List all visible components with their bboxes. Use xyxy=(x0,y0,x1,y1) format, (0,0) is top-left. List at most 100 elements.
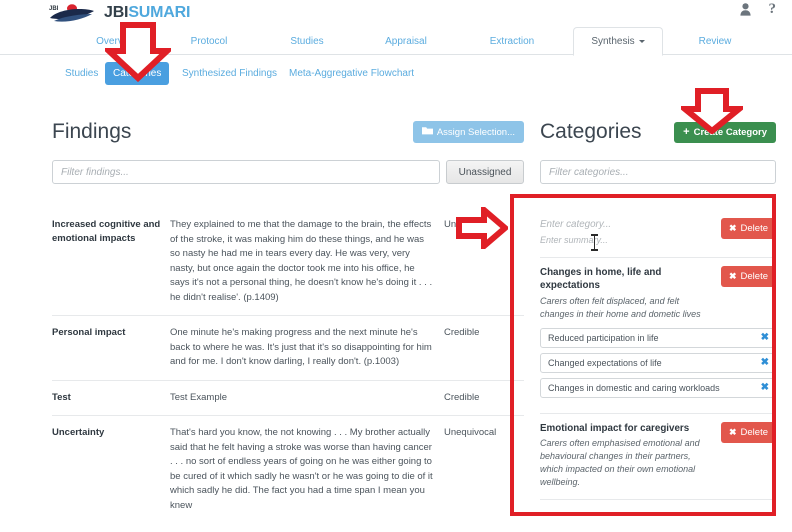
subnav-item-meta-aggregative-flowchart-label: Meta-Aggregative Flowchart xyxy=(289,68,415,79)
finding-name: Test xyxy=(52,391,71,403)
text-cursor-ibeam xyxy=(591,234,598,251)
category-title[interactable]: Emotional impact for caregivers xyxy=(540,422,715,436)
findings-filter-input[interactable] xyxy=(52,160,440,184)
assigned-finding-label: Reduced participation in life xyxy=(548,332,659,343)
brand-title-sumari: SUMARI xyxy=(128,4,191,21)
subnav-item-meta-aggregative-flowchart[interactable]: Meta-Aggregative Flowchart xyxy=(281,62,422,85)
findings-filter-row: Unassigned xyxy=(52,160,524,184)
main-nav: Overview Protocol Studies Appraisal Extr… xyxy=(0,27,792,56)
question-mark-icon[interactable]: ? xyxy=(769,2,777,17)
category-text-fields: Changes in home, life and expectations C… xyxy=(540,266,721,321)
create-category-button[interactable]: + Create Category xyxy=(674,121,776,143)
subnav-item-categories-label: Categories xyxy=(113,68,162,79)
subnav-item-categories[interactable]: Categories xyxy=(105,62,170,85)
finding-level: Unequivocal xyxy=(444,427,497,438)
finding-level: Unequivocal xyxy=(444,219,497,230)
finding-name: Personal impact xyxy=(52,327,126,338)
categories-panel: Categories + Create Category Enter categ… xyxy=(540,118,776,500)
finding-text: One minute he's making progress and the … xyxy=(170,327,432,367)
nav-tab-protocol-label: Protocol xyxy=(190,35,228,47)
finding-name: Uncertainty xyxy=(52,427,105,438)
nav-tab-studies[interactable]: Studies xyxy=(272,27,342,55)
findings-title: Findings xyxy=(52,120,132,143)
category-item: Emotional impact for caregivers Carers o… xyxy=(540,414,776,500)
category-header: Changes in home, life and expectations C… xyxy=(540,265,776,321)
app-root: JBI JBISUMARI ? Overview Protocol Studie… xyxy=(0,0,792,532)
jbi-swoosh-logo-icon: JBI xyxy=(48,2,96,24)
brand-title-jbi: JBI xyxy=(104,4,129,21)
list-item[interactable]: Reduced participation in life ✖ xyxy=(540,327,776,348)
category-title[interactable]: Changes in home, life and expectations xyxy=(540,266,715,293)
nav-tab-protocol[interactable]: Protocol xyxy=(173,27,245,55)
table-row[interactable]: Uncertainty That's hard you know, the no… xyxy=(52,415,524,523)
category-item: Changes in home, life and expectations C… xyxy=(540,258,776,414)
assign-selection-button[interactable]: Assign Selection... xyxy=(412,121,524,143)
subnav-item-synthesized-findings-label: Synthesized Findings xyxy=(182,68,278,79)
create-category-label: Create Category xyxy=(693,126,767,138)
unassigned-filter-button[interactable]: Unassigned xyxy=(446,160,524,184)
list-item[interactable]: Changed expectations of life ✖ xyxy=(540,352,776,373)
category-summary[interactable]: Carers often felt displaced, and felt ch… xyxy=(540,295,715,321)
delete-category-label: Delete xyxy=(740,223,768,234)
plus-icon: + xyxy=(683,126,690,138)
nav-tab-overview[interactable]: Overview xyxy=(81,27,153,55)
table-row[interactable]: Increased cognitive and emotional impact… xyxy=(52,208,524,315)
category-header: Emotional impact for caregivers Carers o… xyxy=(540,421,776,490)
nav-tab-review[interactable]: Review xyxy=(680,27,750,55)
categories-list: Enter category... Enter summary... ✖ Del… xyxy=(540,206,776,500)
category-title-input[interactable]: Enter category... xyxy=(540,218,715,232)
delete-category-button[interactable]: ✖ Delete xyxy=(720,265,776,287)
table-row[interactable]: Test Test Example Credible xyxy=(52,379,524,416)
subnav-item-studies-label: Studies xyxy=(65,68,99,79)
topbar-actions: ? xyxy=(739,2,777,17)
nav-tab-review-label: Review xyxy=(698,35,732,47)
finding-text: They explained to me that the damage to … xyxy=(170,219,433,303)
nav-tab-synthesis[interactable]: Synthesis xyxy=(573,27,663,56)
finding-text: Test Example xyxy=(170,391,228,403)
folder-icon xyxy=(421,126,433,138)
nav-tab-appraisal-label: Appraisal xyxy=(385,35,427,47)
category-summary-input[interactable]: Enter summary... xyxy=(540,234,715,247)
delete-category-button[interactable]: ✖ Delete xyxy=(720,218,776,239)
finding-level: Credible xyxy=(444,391,480,403)
findings-table: Increased cognitive and emotional impact… xyxy=(52,208,524,523)
assigned-finding-label: Changes in domestic and caring workloads xyxy=(548,382,720,393)
categories-header: Categories + Create Category xyxy=(540,118,776,146)
category-text-fields: Enter category... Enter summary... xyxy=(540,218,721,247)
assign-selection-label: Assign Selection... xyxy=(436,126,515,138)
category-summary[interactable]: Carers often emphasised emotional and be… xyxy=(540,437,715,489)
remove-finding-x-icon[interactable]: ✖ xyxy=(761,382,769,393)
nav-tab-studies-label: Studies xyxy=(290,35,324,47)
subnav-item-synthesized-findings[interactable]: Synthesized Findings xyxy=(174,62,285,85)
category-text-fields: Emotional impact for caregivers Carers o… xyxy=(540,422,721,490)
x-icon: ✖ xyxy=(728,223,737,233)
unassigned-filter-label: Unassigned xyxy=(458,166,512,178)
delete-category-button[interactable]: ✖ Delete xyxy=(720,421,776,443)
remove-finding-x-icon[interactable]: ✖ xyxy=(761,332,769,343)
delete-category-label: Delete xyxy=(740,270,768,282)
user-icon[interactable] xyxy=(739,2,751,16)
nav-tab-appraisal[interactable]: Appraisal xyxy=(368,27,444,55)
categories-filter-input[interactable] xyxy=(540,160,776,184)
findings-panel: Findings Assign Selection... Unassigned … xyxy=(52,118,524,523)
remove-finding-x-icon[interactable]: ✖ xyxy=(761,357,769,368)
nav-tab-overview-label: Overview xyxy=(96,35,138,47)
delete-category-label: Delete xyxy=(740,426,768,438)
x-icon: ✖ xyxy=(728,426,737,437)
assigned-findings-list: Reduced participation in life ✖ Changed … xyxy=(540,327,776,398)
brand-bar: JBI JBISUMARI ? xyxy=(0,0,792,27)
categories-title: Categories xyxy=(540,120,642,143)
x-icon: ✖ xyxy=(728,270,737,281)
list-item[interactable]: Changes in domestic and caring workloads… xyxy=(540,377,776,398)
finding-name: Increased cognitive and emotional impact… xyxy=(52,219,161,244)
findings-header: Findings Assign Selection... xyxy=(52,118,524,146)
table-row[interactable]: Personal impact One minute he's making p… xyxy=(52,315,524,380)
nav-tab-extraction[interactable]: Extraction xyxy=(473,27,551,55)
subnav-item-studies[interactable]: Studies xyxy=(57,62,106,85)
categories-filter-row xyxy=(540,160,776,184)
brand-title: JBISUMARI xyxy=(104,3,190,23)
sub-nav: Studies Categories Synthesized Findings … xyxy=(0,56,792,94)
chevron-down-icon xyxy=(638,40,645,43)
finding-level: Credible xyxy=(444,327,480,338)
assigned-finding-label: Changed expectations of life xyxy=(548,357,662,368)
